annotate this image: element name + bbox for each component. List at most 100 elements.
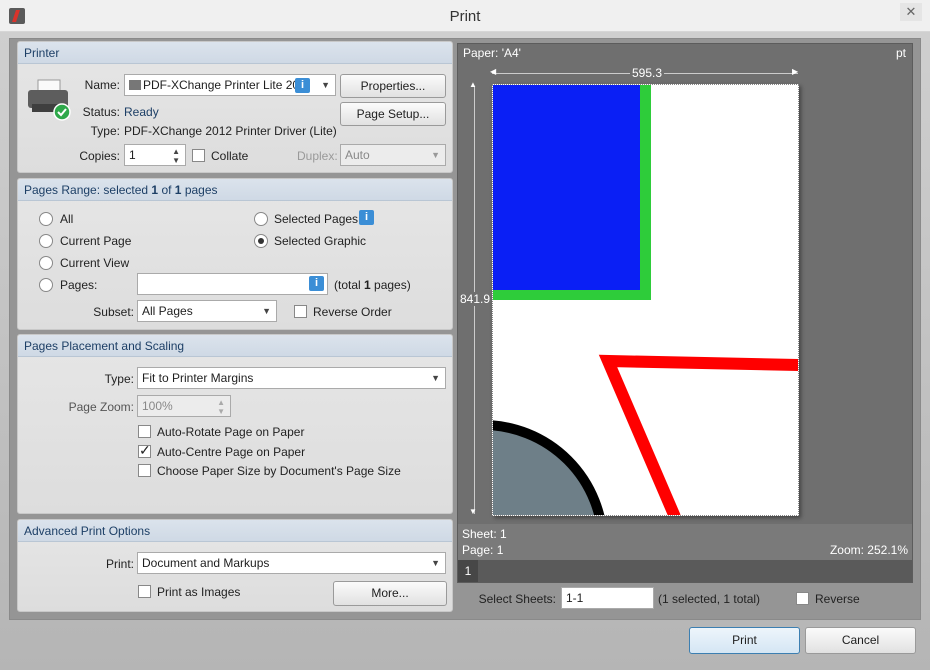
chevron-down-icon: ▼ — [431, 373, 440, 383]
print-content-select[interactable]: Document and Markups ▼ — [137, 552, 446, 574]
printer-info-icon[interactable]: i — [295, 78, 310, 93]
radio-current-view[interactable] — [39, 256, 53, 270]
page-zoom-stepper[interactable]: 100% ▲ ▼ — [137, 395, 231, 417]
red-line-shape — [598, 354, 798, 515]
type-label: Type: — [90, 124, 120, 138]
cancel-button[interactable]: Cancel — [805, 627, 916, 654]
print-label: Print: — [105, 557, 134, 571]
select-sheets-value: 1-1 — [566, 591, 584, 605]
auto-centre-checkbox[interactable] — [138, 442, 151, 459]
print-as-images-label: Print as Images — [157, 585, 241, 599]
height-value: 841.9 — [460, 292, 491, 306]
duplex-value: Auto — [345, 148, 370, 162]
radio-selected-pages-label: Selected Pages — [274, 212, 359, 226]
width-arrow-left-icon: ◀ — [490, 67, 497, 76]
close-icon[interactable]: ✕ — [900, 3, 922, 21]
preview-header: Paper: 'A4' pt — [458, 44, 912, 62]
radio-current-page[interactable] — [39, 234, 53, 248]
zoom-info: Zoom: 252.1% — [829, 543, 908, 557]
sheet-tab-1[interactable]: 1 — [458, 560, 478, 582]
blue-rectangle-shape — [493, 85, 640, 290]
reverse-order-label: Reverse Order — [313, 305, 392, 319]
more-button[interactable]: More... — [333, 581, 447, 606]
printer-section-title: Printer — [18, 42, 452, 64]
name-label: Name: — [84, 78, 120, 92]
radio-current-view-label: Current View — [60, 256, 130, 270]
total-pages-label: (total 1 pages) — [334, 278, 411, 292]
auto-rotate-checkbox[interactable] — [138, 425, 151, 438]
copies-label: Copies: — [79, 149, 120, 163]
auto-rotate-label: Auto-Rotate Page on Paper — [157, 425, 305, 439]
stepper-arrows-icon[interactable]: ▲ ▼ — [217, 398, 225, 416]
height-arrow-up-icon: ▲ — [469, 80, 477, 89]
advanced-section: Advanced Print Options Print: Document a… — [17, 519, 453, 612]
choose-paper-checkbox[interactable] — [138, 464, 151, 477]
reverse-sheets-checkbox[interactable] — [796, 592, 809, 605]
title-bar: Print ✕ — [0, 0, 930, 32]
pages-range-section: Pages Range: selected 1 of 1 pages All C… — [17, 178, 453, 330]
status-value: Ready — [124, 105, 159, 119]
radio-all[interactable] — [39, 212, 53, 226]
sheet-info: Sheet: 1 — [462, 527, 507, 541]
page-setup-button[interactable]: Page Setup... — [340, 102, 446, 126]
chevron-down-icon: ▼ — [431, 150, 440, 160]
radio-pages-label: Pages: — [60, 278, 98, 292]
reverse-order-checkbox[interactable] — [294, 305, 307, 318]
radio-pages[interactable] — [39, 278, 53, 292]
duplex-select[interactable]: Auto ▼ — [340, 144, 446, 166]
type-value: PDF-XChange 2012 Printer Driver (Lite) — [124, 124, 337, 138]
sheet-tabs: 1 — [458, 560, 912, 582]
select-sheets-info: (1 selected, 1 total) — [658, 592, 761, 606]
radio-all-label: All — [60, 212, 74, 226]
width-arrow-right-icon: ▶ — [792, 67, 799, 76]
print-preview: Paper: 'A4' pt ◀ ▶ 595.3 ▲ ▼ 841.9 Sheet… — [457, 43, 913, 583]
printer-icon — [28, 79, 71, 121]
subset-value: All Pages — [142, 304, 193, 318]
pages-info-icon[interactable]: i — [309, 276, 324, 291]
placement-section-title: Pages Placement and Scaling — [18, 335, 452, 357]
unit-label: pt — [895, 46, 906, 60]
page-zoom-value: 100% — [142, 399, 173, 413]
paper-page — [492, 84, 799, 516]
radio-selected-graphic[interactable] — [254, 234, 268, 248]
status-label: Status: — [82, 105, 120, 119]
advanced-section-title: Advanced Print Options — [18, 520, 452, 542]
auto-centre-label: Auto-Centre Page on Paper — [157, 445, 306, 459]
page-info: Page: 1 — [462, 543, 504, 557]
print-as-images-checkbox[interactable] — [138, 585, 151, 598]
circle-shape — [493, 420, 605, 515]
choose-paper-label: Choose Paper Size by Document's Page Siz… — [157, 464, 401, 478]
window-title: Print — [449, 8, 481, 25]
pages-range-title: Pages Range: selected 1 of 1 pages — [18, 179, 452, 201]
printer-name-value: PDF-XChange Printer Lite 20 — [143, 78, 300, 92]
properties-button[interactable]: Properties... — [340, 74, 446, 98]
collate-label: Collate — [211, 149, 249, 163]
placement-type-select[interactable]: Fit to Printer Margins ▼ — [137, 367, 446, 389]
printer-section: Printer Name: PDF-XChange Printer Lite 2… — [17, 41, 453, 173]
duplex-label: Duplex: — [297, 149, 338, 163]
reverse-sheets-label: Reverse — [815, 592, 860, 606]
stepper-arrows-icon[interactable]: ▲ ▼ — [172, 147, 180, 165]
width-value: 595.3 — [630, 66, 665, 80]
height-arrow-down-icon: ▼ — [469, 507, 477, 516]
selected-pages-info-icon[interactable]: i — [359, 210, 374, 225]
radio-selected-pages[interactable] — [254, 212, 268, 226]
chevron-down-icon: ▼ — [431, 558, 440, 568]
radio-current-page-label: Current Page — [60, 234, 132, 248]
pages-input[interactable] — [137, 273, 328, 295]
paper-label: Paper: 'A4' — [463, 46, 521, 60]
print-content-value: Document and Markups — [142, 556, 270, 570]
select-sheets-input[interactable]: 1-1 — [561, 587, 654, 609]
collate-checkbox[interactable] — [192, 149, 205, 162]
copies-value: 1 — [129, 148, 136, 162]
chevron-down-icon: ▼ — [262, 306, 271, 316]
page-zoom-label: Page Zoom: — [68, 400, 134, 414]
page-graphic — [493, 85, 798, 515]
print-button[interactable]: Print — [689, 627, 800, 654]
placement-type-value: Fit to Printer Margins — [142, 371, 254, 385]
select-sheets-label: Select Sheets: — [478, 592, 556, 606]
copies-stepper[interactable]: 1 ▲ ▼ — [124, 144, 186, 166]
preview-footer: Sheet: 1 Page: 1 Zoom: 252.1% — [458, 524, 912, 560]
subset-select[interactable]: All Pages ▼ — [137, 300, 277, 322]
chevron-down-icon: ▼ — [321, 80, 330, 90]
